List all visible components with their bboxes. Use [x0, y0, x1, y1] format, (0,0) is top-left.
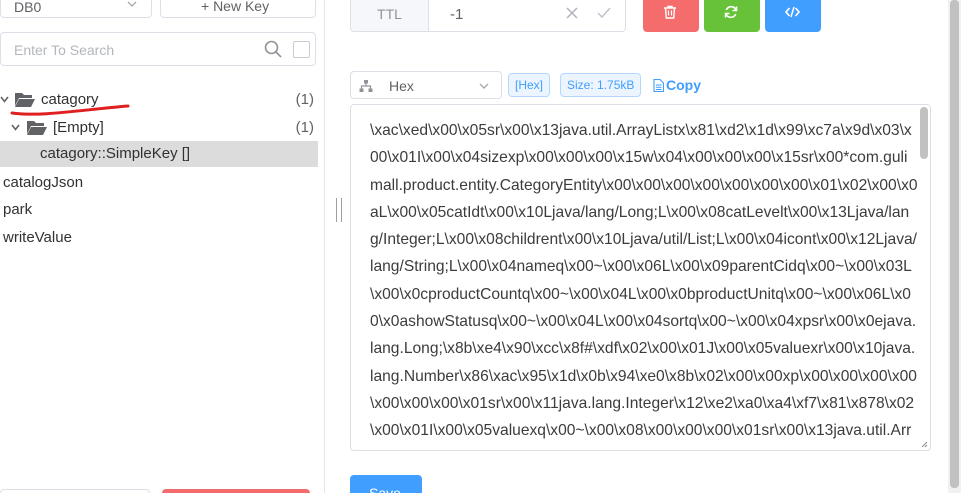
panel-resize-handle[interactable] — [336, 198, 342, 222]
check-icon[interactable] — [597, 7, 611, 19]
delete-key-button[interactable] — [643, 0, 699, 32]
database-select-value: DB0 — [14, 0, 42, 15]
caret-down-icon[interactable] — [11, 123, 20, 132]
save-button[interactable]: Save — [350, 475, 422, 493]
textarea-scrollbar[interactable] — [920, 107, 928, 159]
dump-command-button[interactable] — [765, 0, 821, 32]
chevron-down-icon — [127, 1, 137, 7]
sitemap-icon — [359, 80, 373, 92]
ttl-input-group: TTL -1 — [350, 0, 626, 32]
key-search-box[interactable]: Enter To Search — [0, 32, 316, 66]
format-tag: [Hex] — [508, 73, 551, 97]
caret-down-icon[interactable] — [0, 95, 9, 104]
database-select[interactable]: DB0 — [0, 0, 152, 18]
exact-search-checkbox[interactable] — [293, 41, 310, 58]
folder-open-icon — [27, 121, 47, 135]
tree-label: park — [3, 201, 33, 218]
tree-key-selected[interactable]: catagory::SimpleKey [] — [0, 141, 318, 167]
tree-label: [Empty] — [53, 119, 104, 136]
new-key-button[interactable]: + New Key — [160, 0, 316, 18]
tree-label: catalogJson — [3, 174, 84, 191]
code-icon — [785, 6, 800, 18]
value-textarea[interactable]: \xac\xed\x00\x05sr\x00\x13java.util.Arra… — [350, 104, 931, 451]
search-input[interactable]: Enter To Search — [14, 42, 114, 58]
key-sidebar: DB0 + New Key Enter To Search catagory (… — [0, 0, 325, 493]
new-key-label: + New Key — [201, 0, 270, 14]
load-more-button[interactable] — [0, 489, 150, 493]
tree-count: (1) — [295, 91, 314, 108]
save-label: Save — [369, 485, 401, 493]
tree-folder-empty[interactable]: [Empty] (1) — [0, 115, 318, 141]
ttl-input[interactable]: -1 — [450, 6, 463, 23]
document-icon — [653, 79, 664, 92]
copy-label: Copy — [666, 77, 701, 93]
format-select-value: Hex — [389, 78, 414, 94]
tree-label: writeValue — [3, 229, 72, 246]
format-select[interactable]: Hex — [350, 71, 502, 99]
page-scrollbar-thumb[interactable] — [950, 0, 959, 488]
trash-icon — [664, 5, 676, 19]
value-content[interactable]: \xac\xed\x00\x05sr\x00\x13java.util.Arra… — [370, 117, 918, 450]
size-tag: Size: 1.75kB — [560, 73, 642, 97]
refresh-icon — [724, 5, 738, 19]
close-icon[interactable] — [565, 6, 579, 20]
chevron-down-icon — [479, 83, 489, 89]
delete-all-button[interactable] — [162, 489, 310, 493]
refresh-key-button[interactable] — [704, 0, 760, 32]
page-scrollbar[interactable] — [948, 0, 961, 493]
copy-value-link[interactable]: Copy — [653, 77, 701, 93]
search-icon[interactable] — [264, 40, 282, 58]
tree-label: catagory::SimpleKey [] — [40, 145, 191, 162]
tree-count: (1) — [295, 119, 314, 136]
resize-grip-icon[interactable] — [920, 440, 928, 448]
tree-key-catalogjson[interactable]: catalogJson — [0, 170, 318, 196]
ttl-label: TTL — [351, 0, 429, 31]
tree-key-writevalue[interactable]: writeValue — [0, 225, 318, 251]
tree-key-park[interactable]: park — [0, 197, 318, 223]
